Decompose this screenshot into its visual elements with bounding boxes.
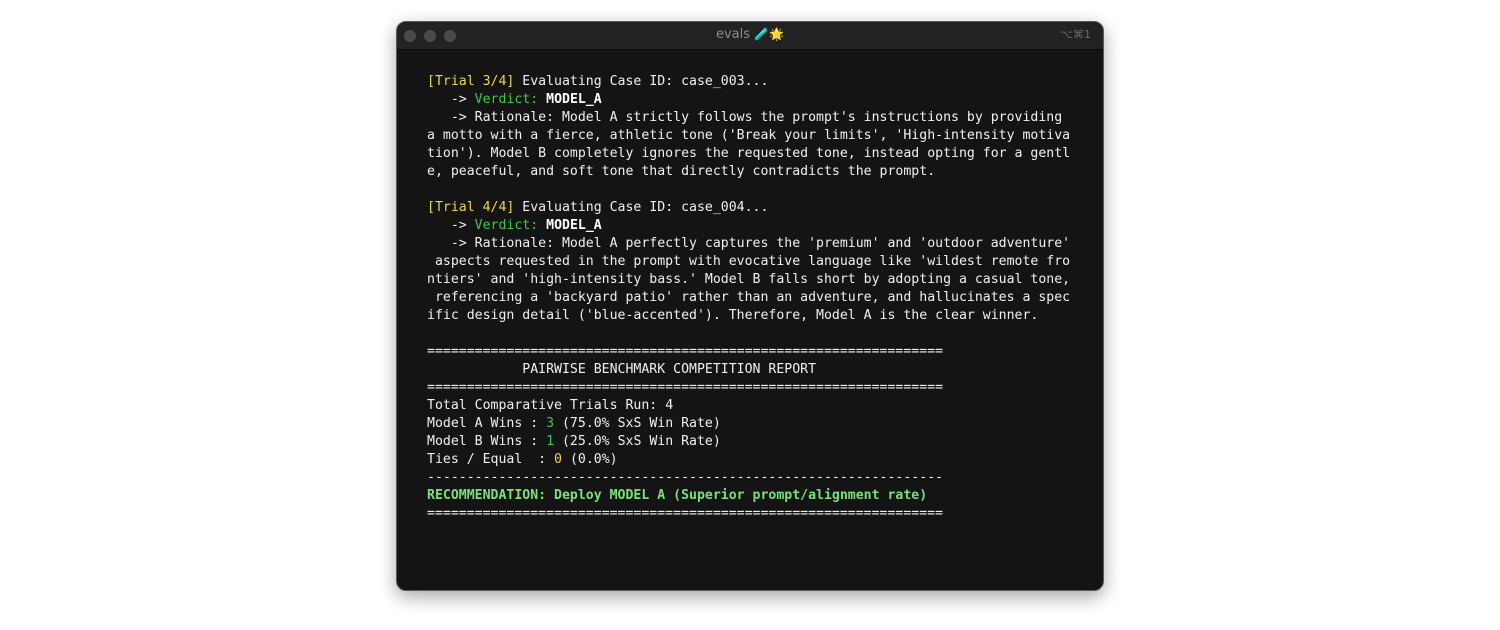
trial-tag: [Trial 4/4] bbox=[427, 200, 515, 215]
rationale-line: a motto with a fierce, athletic tone ('B… bbox=[427, 128, 1071, 143]
arrow: -> bbox=[427, 218, 475, 233]
report-model-a: Model A Wins : 3 (75.0% SxS Win Rate) bbox=[427, 415, 1070, 433]
trial-4-heading: [Trial 4/4] Evaluating Case ID: case_004… bbox=[427, 199, 1070, 217]
ties-rate: (0.0%) bbox=[562, 452, 618, 467]
rationale-line: aspects requested in the prompt with evo… bbox=[427, 254, 1071, 269]
verdict-value: MODEL_A bbox=[546, 218, 602, 233]
total-label: Total Comparative Trials Run: bbox=[427, 398, 666, 413]
title-emoji: 🧪🌟 bbox=[754, 27, 785, 41]
window-title: evals 🧪🌟 bbox=[397, 27, 1103, 42]
model-b-wins: 1 bbox=[546, 434, 555, 449]
trial-heading: Evaluating Case ID: case_004... bbox=[514, 200, 769, 215]
trial-heading: Evaluating Case ID: case_003... bbox=[514, 74, 769, 89]
rationale-line: -> Rationale: Model A perfectly captures… bbox=[427, 236, 1071, 251]
rationale-line: ific design detail ('blue-accented'). Th… bbox=[427, 308, 1039, 323]
rationale-line: tion'). Model B completely ignores the r… bbox=[427, 146, 1071, 161]
report-ties: Ties / Equal : 0 (0.0%) bbox=[427, 451, 1070, 469]
ties-label: Ties / Equal : bbox=[427, 452, 555, 467]
verdict-value: MODEL_A bbox=[546, 92, 602, 107]
title-bar: evals 🧪🌟 ⌥⌘1 bbox=[397, 22, 1103, 50]
rationale-line: referencing a 'backyard patio' rather th… bbox=[427, 290, 1071, 305]
rationale-line: e, peaceful, and soft tone that directly… bbox=[427, 164, 936, 179]
recommendation: RECOMMENDATION: Deploy MODEL A (Superior… bbox=[427, 488, 928, 503]
verdict-label: Verdict: bbox=[474, 92, 539, 107]
trial-3-heading: [Trial 3/4] Evaluating Case ID: case_003… bbox=[427, 73, 1070, 91]
trial-tag: [Trial 3/4] bbox=[427, 74, 515, 89]
trial-3-verdict: -> Verdict: MODEL_A bbox=[427, 91, 1070, 109]
report-rule-top: ========================================… bbox=[427, 344, 944, 359]
model-a-label: Model A Wins : bbox=[427, 416, 547, 431]
verdict-label: Verdict: bbox=[474, 218, 539, 233]
report-model-b: Model B Wins : 1 (25.0% SxS Win Rate) bbox=[427, 433, 1070, 451]
model-b-rate: (25.0% SxS Win Rate) bbox=[554, 434, 721, 449]
window-shortcut: ⌥⌘1 bbox=[1060, 28, 1091, 41]
report-rule-bottom: ========================================… bbox=[427, 506, 944, 521]
report-title: PAIRWISE BENCHMARK COMPETITION REPORT bbox=[427, 362, 817, 377]
arrow: -> bbox=[427, 92, 475, 107]
report-total: Total Comparative Trials Run: 4 bbox=[427, 397, 1070, 415]
terminal-window: evals 🧪🌟 ⌥⌘1 [Trial 3/4] Evaluating Case… bbox=[396, 21, 1104, 591]
report-rule-title: ========================================… bbox=[427, 380, 944, 395]
trial-4-verdict: -> Verdict: MODEL_A bbox=[427, 217, 1070, 235]
terminal-output[interactable]: [Trial 3/4] Evaluating Case ID: case_003… bbox=[427, 73, 1070, 523]
ties-value: 0 bbox=[554, 452, 562, 467]
model-b-label: Model B Wins : bbox=[427, 434, 547, 449]
window-title-text: evals bbox=[715, 27, 750, 42]
model-a-rate: (75.0% SxS Win Rate) bbox=[554, 416, 721, 431]
total-value: 4 bbox=[665, 398, 674, 413]
model-a-wins: 3 bbox=[546, 416, 555, 431]
rationale-line: ntiers' and 'high-intensity bass.' Model… bbox=[427, 272, 1071, 287]
report-rule-mid: ----------------------------------------… bbox=[427, 470, 944, 485]
rationale-line: -> Rationale: Model A strictly follows t… bbox=[427, 110, 1063, 125]
